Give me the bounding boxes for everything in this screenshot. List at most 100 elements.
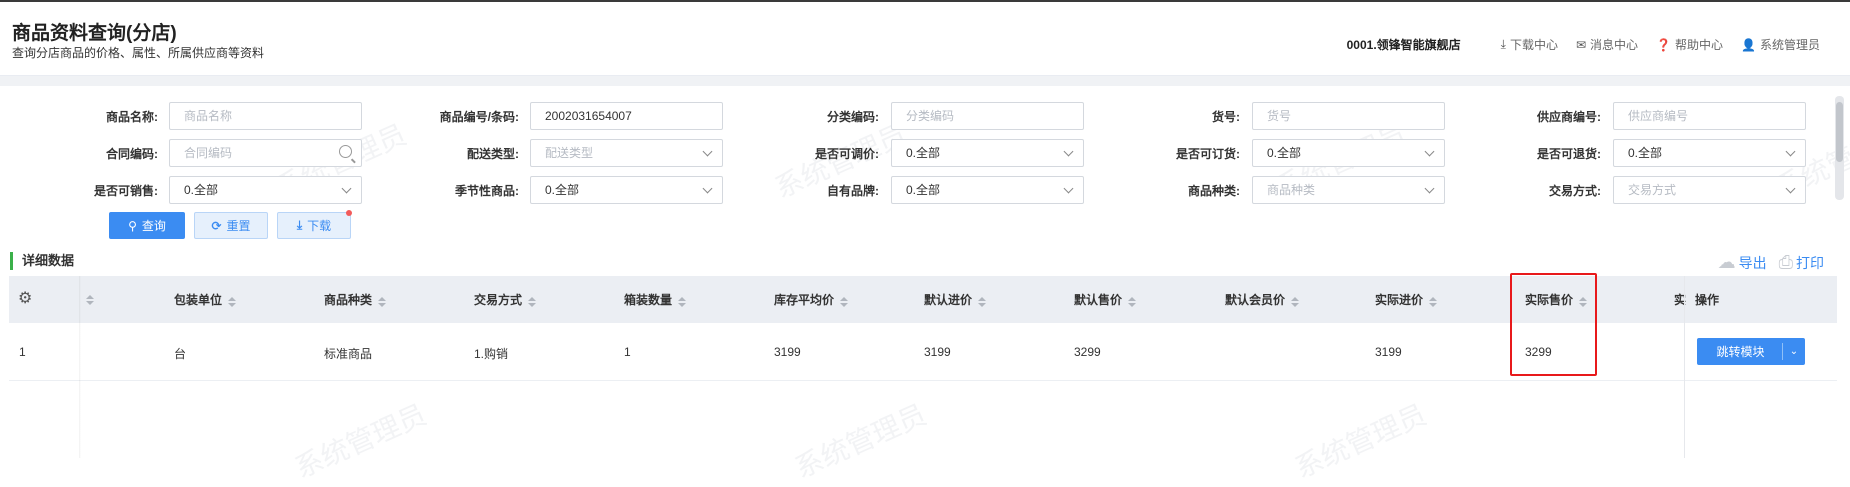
trade-mode-value: 交易方式 (1613, 176, 1806, 204)
search-icon: ⚲ (128, 218, 137, 233)
own-brand-select[interactable]: 0.全部 (891, 176, 1084, 204)
row-index: 1 (19, 345, 26, 359)
filter-label: 是否可调价: (815, 147, 879, 161)
download-button[interactable]: ⤓ 下载 (277, 210, 352, 239)
export-button[interactable]: ☁ 导出 (1718, 252, 1767, 273)
reset-button[interactable]: ⟳ 重置 (194, 212, 268, 239)
column-label: 默认进价 (924, 293, 973, 307)
column-label: 默认会员价 (1225, 293, 1286, 307)
product-code-input[interactable]: 2002031654007 (530, 102, 723, 130)
column-label: 默认售价 (1074, 293, 1123, 307)
filter-label: 商品编号/条码: (439, 110, 519, 124)
user-icon: 👤 (1741, 37, 1756, 52)
download-label: 下载 (307, 219, 332, 233)
filter-label: 商品种类: (1188, 184, 1240, 198)
jump-module-button[interactable]: 跳转模块 ⌄ (1697, 338, 1805, 365)
product-type-select[interactable]: 商品种类 (1252, 176, 1445, 204)
product-name-input[interactable]: 商品名称 (169, 102, 362, 130)
message-center-label: 消息中心 (1590, 38, 1639, 52)
column-header[interactable]: 商品种类 (324, 291, 387, 308)
adjustable-price-select[interactable]: 0.全部 (891, 139, 1084, 167)
product-type-value: 商品种类 (1252, 176, 1445, 204)
action-column: 跳转模块 ⌄ (1684, 276, 1837, 458)
highlight-box (1510, 273, 1597, 376)
download-center-label: 下载中心 (1509, 38, 1558, 52)
cell-default-sale-price: 3299 (1074, 345, 1101, 359)
page-subtitle: 查询分店商品的价格、属性、所属供应商等资料 (12, 46, 265, 60)
scrollbar-thumb[interactable] (1836, 102, 1843, 162)
orderable-value: 0.全部 (1252, 139, 1445, 167)
adjustable-price-value: 0.全部 (891, 139, 1084, 167)
delivery-type-value: 配送类型 (530, 139, 723, 167)
column-label: 包装单位 (174, 293, 223, 307)
own-brand-value: 0.全部 (891, 176, 1084, 204)
sellable-select[interactable]: 0.全部 (169, 176, 362, 204)
filter-row: 是否可销售: 0.全部 季节性商品: 0.全部 自有品牌: 0.全部 商品种类:… (0, 176, 1830, 206)
query-label: 查询 (141, 219, 166, 233)
user-menu[interactable]: 👤 系统管理员 (1741, 36, 1820, 53)
column-header[interactable]: 包装单位 (174, 291, 237, 308)
gear-icon[interactable]: ⚙ (18, 288, 32, 308)
download-icon: ⤓ (296, 218, 303, 232)
item-number-input[interactable]: 货号 (1252, 102, 1445, 130)
seasonal-select[interactable]: 0.全部 (530, 176, 723, 204)
mail-icon: ✉ (1575, 37, 1587, 52)
download-center-link[interactable]: ⤓ 下载中心 (1501, 36, 1558, 53)
reset-label: 重置 (226, 219, 251, 233)
sellable-value: 0.全部 (169, 176, 362, 204)
supplier-code-input[interactable]: 供应商编号 (1613, 102, 1806, 130)
search-icon[interactable] (339, 145, 352, 158)
returnable-select[interactable]: 0.全部 (1613, 139, 1806, 167)
trade-mode-select[interactable]: 交易方式 (1613, 176, 1806, 204)
header-toolbar: 0001.领锋智能旗舰店 ⤓ 下载中心 ✉ 消息中心 ❓ 帮助中心 👤 系统管理… (1347, 36, 1820, 53)
filter-label: 合同编码: (106, 147, 158, 161)
filter-scrollbar[interactable] (1835, 96, 1844, 200)
message-center-link[interactable]: ✉ 消息中心 (1576, 36, 1638, 53)
header-divider (0, 76, 1850, 86)
print-button[interactable]: ⎙ 打印 (1779, 252, 1824, 273)
refresh-icon: ⟳ (211, 218, 222, 233)
column-header[interactable]: 默认进价 (924, 291, 987, 308)
category-code-input[interactable]: 分类编码 (891, 102, 1084, 130)
column-header[interactable]: 实际进价 (1375, 291, 1438, 308)
column-header[interactable]: 默认会员价 (1225, 291, 1300, 308)
filter-label: 配送类型: (467, 147, 519, 161)
column-header[interactable]: 默认售价 (1074, 291, 1137, 308)
filter-label: 季节性商品: (455, 184, 519, 198)
query-button[interactable]: ⚲ 查询 (109, 212, 185, 239)
export-label: 导出 (1738, 255, 1767, 271)
contract-code-input[interactable]: 合同编码 (169, 139, 362, 167)
filter-row: 商品名称: 商品名称 商品编号/条码: 2002031654007 分类编码: … (0, 102, 1830, 132)
filter-label: 是否可销售: (94, 184, 158, 198)
help-center-label: 帮助中心 (1675, 38, 1724, 52)
watermark: 系统管理员 (1290, 398, 1431, 485)
cell-box-quantity: 1 (624, 345, 631, 359)
filter-label: 是否可订货: (1176, 147, 1240, 161)
watermark: 系统管理员 (290, 398, 431, 485)
column-header[interactable]: 交易方式 (474, 291, 537, 308)
cell-pack-unit: 台 (174, 347, 187, 361)
page-title: 商品资料查询(分店) (12, 23, 177, 44)
filter-label: 自有品牌: (827, 184, 879, 198)
filter-label: 货号: (1212, 110, 1240, 124)
filter-row: 合同编码: 合同编码 配送类型: 配送类型 是否可调价: 0.全部 是否可订货:… (0, 139, 1830, 169)
delivery-type-select[interactable]: 配送类型 (530, 139, 723, 167)
help-center-link[interactable]: ❓ 帮助中心 (1656, 36, 1723, 53)
table-actions: ☁ 导出 ⎙ 打印 (1718, 252, 1824, 273)
printer-icon: ⎙ (1778, 252, 1793, 272)
filter-label: 商品名称: (106, 110, 158, 124)
fixed-column-shadow (79, 276, 81, 458)
cell-default-purchase-price: 3199 (924, 345, 951, 359)
seasonal-value: 0.全部 (530, 176, 723, 204)
store-name[interactable]: 0001.领锋智能旗舰店 (1347, 36, 1461, 53)
user-name: 系统管理员 (1759, 38, 1820, 52)
column-header[interactable]: 箱装数量 (624, 291, 687, 308)
contract-code-field[interactable]: 合同编码 (169, 139, 362, 167)
column-header[interactable]: 库存平均价 (774, 291, 849, 308)
returnable-value: 0.全部 (1613, 139, 1806, 167)
download-icon: ⤓ (1500, 37, 1506, 51)
chevron-down-icon[interactable]: ⌄ (1783, 346, 1805, 357)
orderable-select[interactable]: 0.全部 (1252, 139, 1445, 167)
notification-dot (346, 210, 352, 216)
column-label: 箱装数量 (624, 293, 673, 307)
